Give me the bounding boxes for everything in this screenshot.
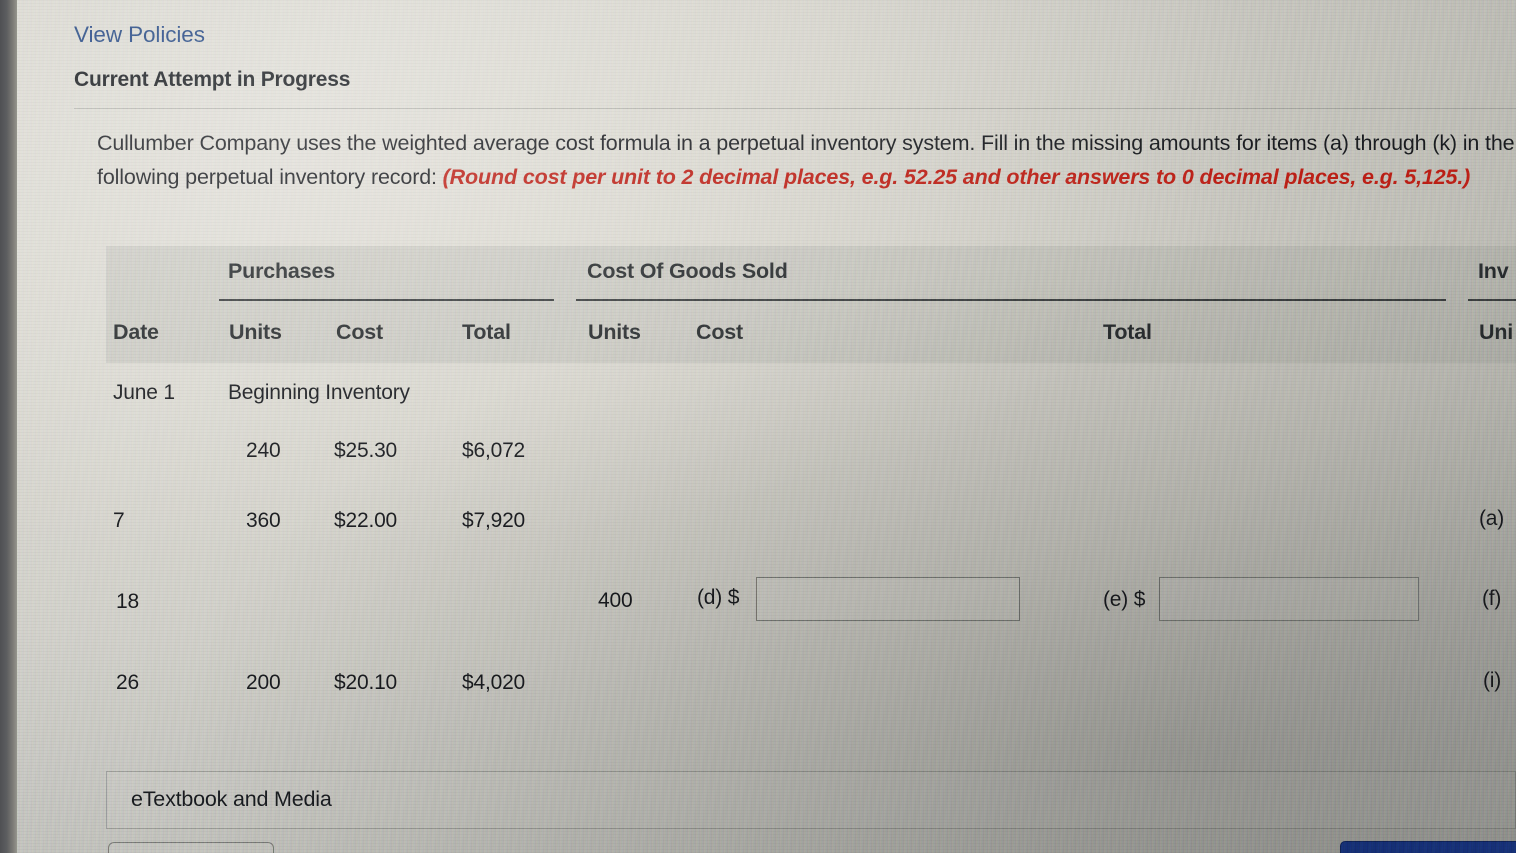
answer-input-d[interactable] xyxy=(756,577,1020,621)
cell-purchases-units: 240 xyxy=(246,439,281,462)
cell-cogs-units: 400 xyxy=(598,589,633,612)
cell-purchases-units: 360 xyxy=(246,509,281,532)
view-policies-link[interactable]: View Policies xyxy=(74,22,205,48)
screen-bezel-left xyxy=(0,0,17,853)
answer-tag-i: (i) xyxy=(1483,669,1502,692)
cell-purchases-total: $4,020 xyxy=(462,671,526,694)
page-content: View Policies Current Attempt in Progres… xyxy=(0,0,1516,853)
etextbook-and-media-label: eTextbook and Media xyxy=(131,787,332,811)
beginning-inventory-label: Beginning Inventory xyxy=(228,381,410,404)
secondary-button[interactable] xyxy=(108,842,274,853)
answer-tag-f: (f) xyxy=(1482,587,1502,610)
instructions-paragraph: Cullumber Company uses the weighted aver… xyxy=(97,126,1516,194)
table-row: 18 xyxy=(116,590,139,613)
cell-purchases-cost: $25.30 xyxy=(334,439,398,462)
screen-surface: View Policies Current Attempt in Progres… xyxy=(0,0,1516,853)
table-row: 26 xyxy=(116,671,139,694)
submit-button[interactable] xyxy=(1340,841,1516,853)
answer-input-e[interactable] xyxy=(1159,577,1419,621)
cell-purchases-total: $6,072 xyxy=(462,439,526,462)
answer-tag-e: (e) $ xyxy=(1103,588,1146,611)
cell-purchases-total: $7,920 xyxy=(462,509,526,532)
answer-tag-d: (d) $ xyxy=(697,586,740,609)
table-row: 7 xyxy=(113,509,125,532)
page-title: Current Attempt in Progress xyxy=(74,68,351,91)
instructions-rounding-hint: (Round cost per unit to 2 decimal places… xyxy=(442,165,1471,189)
cell-purchases-cost: $22.00 xyxy=(334,509,398,532)
answer-tag-a: (a) xyxy=(1479,507,1505,530)
table-header-band xyxy=(106,246,1516,363)
cell-purchases-cost: $20.10 xyxy=(334,671,398,694)
table-row: June 1 xyxy=(113,381,175,404)
cell-purchases-units: 200 xyxy=(246,671,281,694)
divider xyxy=(74,108,1516,109)
